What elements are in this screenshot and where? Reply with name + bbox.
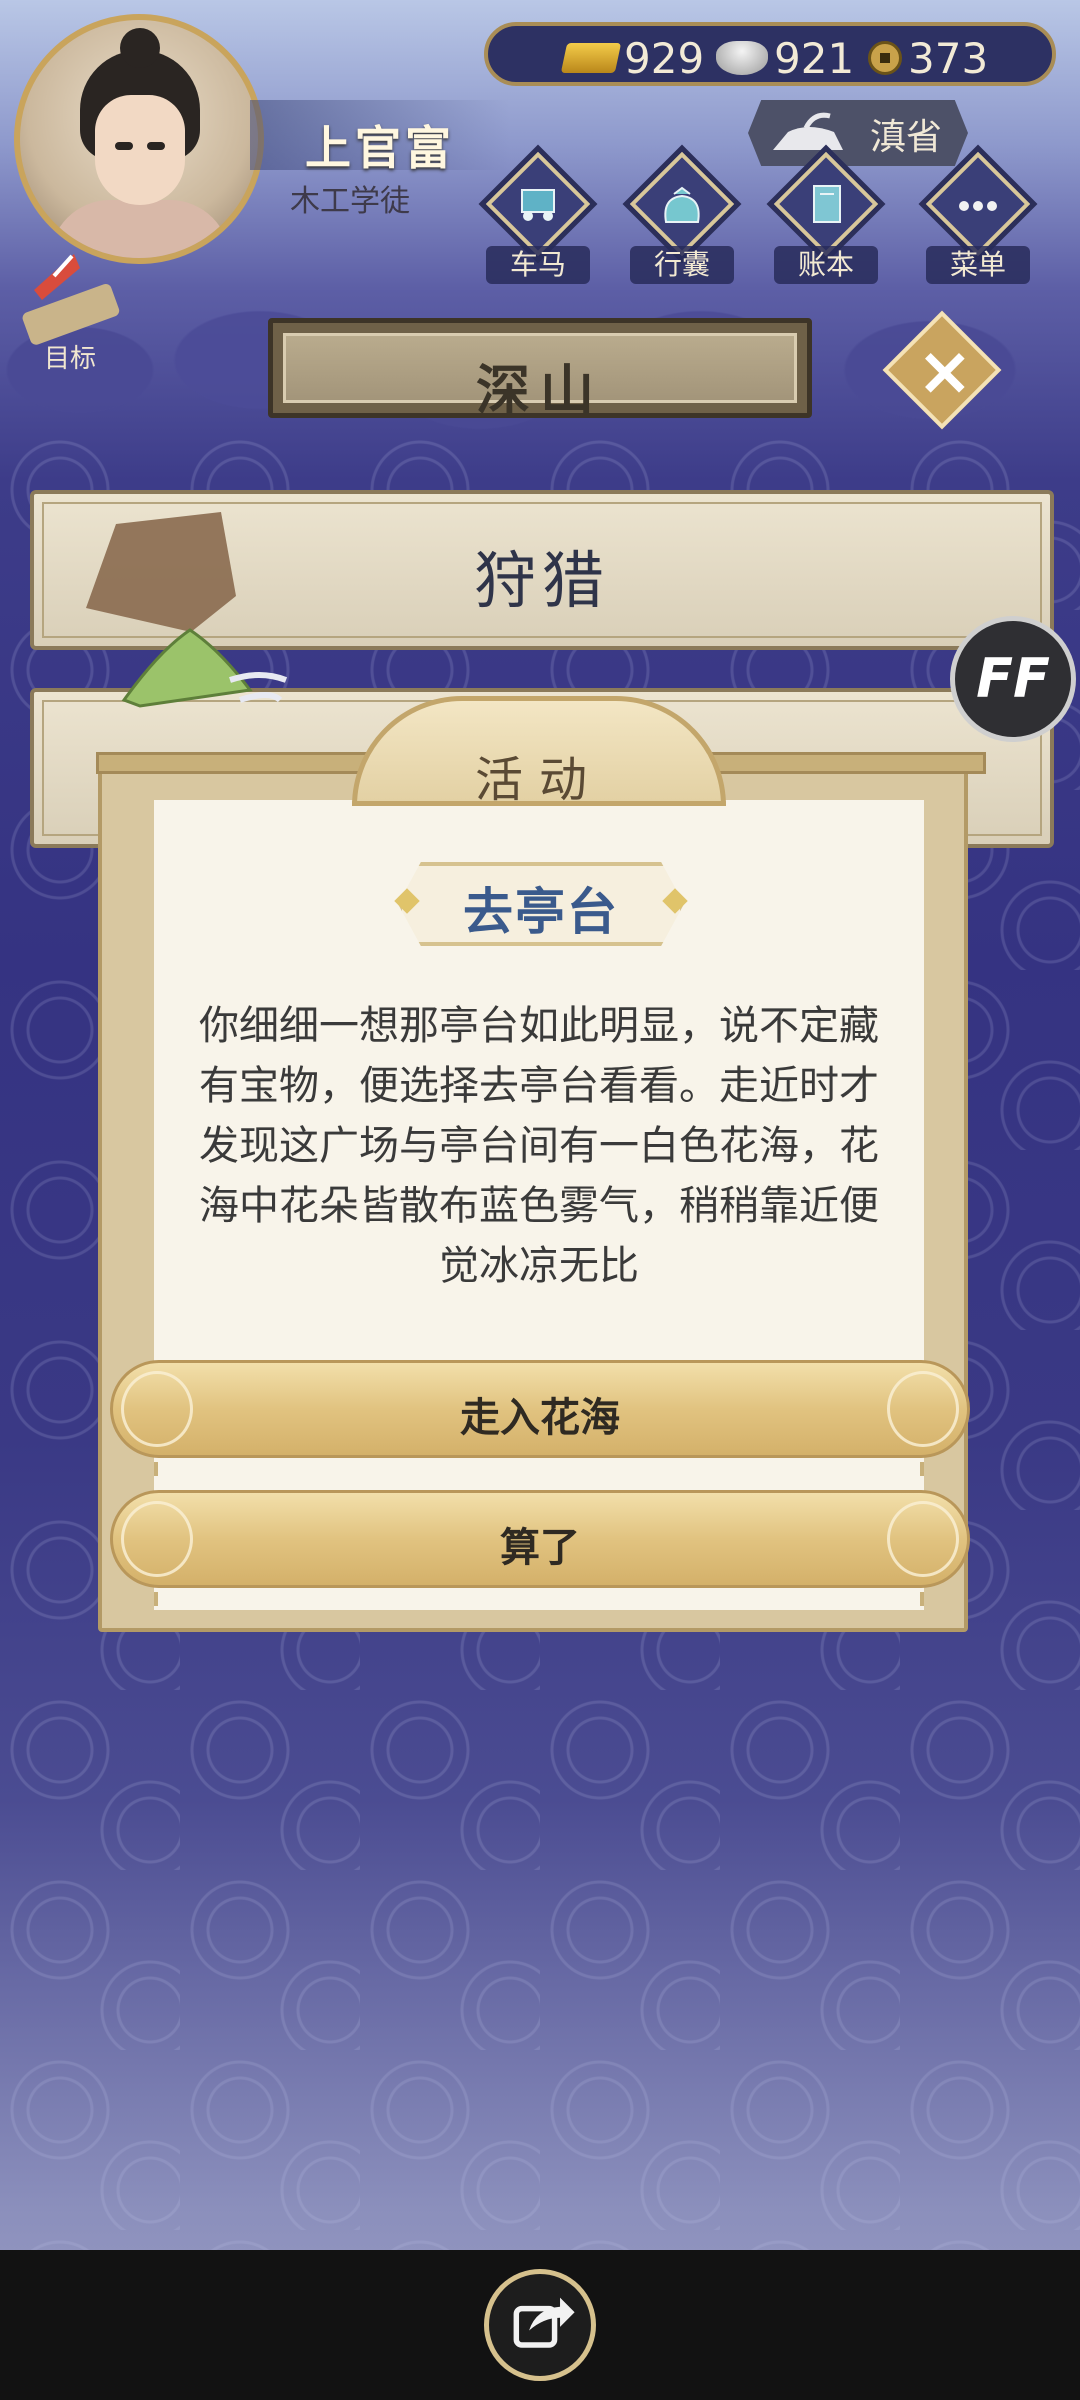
menu-label: 菜单 (926, 246, 1030, 284)
mountain-icon (121, 628, 288, 708)
dialog-header-label: 活动 (474, 752, 603, 808)
menu-button[interactable]: 菜单 (918, 144, 1038, 284)
ledger-icon (813, 185, 841, 223)
bag-button[interactable]: 行囊 (622, 144, 742, 284)
silver-ingot-icon (716, 41, 768, 75)
goal-label: 目标 (44, 344, 97, 374)
choice-label: 算了 (500, 1525, 580, 1571)
currency-bar: 929 921 373 (484, 22, 1056, 86)
iron-icon (773, 112, 843, 150)
silver-value: 921 (774, 33, 855, 83)
silver-counter: 921 (716, 33, 855, 83)
event-description: 你细细一想那亭台如此明显，说不定藏有宝物，便选择去亭台看看。走近时才发现这广场与… (199, 1003, 879, 1289)
gold-counter: 929 (560, 33, 705, 83)
player-name: 上官富 (305, 121, 455, 175)
ledger-button[interactable]: 账本 (766, 144, 886, 284)
location-name: 深山 (476, 359, 604, 422)
location-banner: 深山 (268, 318, 812, 422)
player-avatar[interactable] (14, 14, 264, 264)
location-banner-inner: 深山 (283, 333, 797, 422)
coin-value: 373 (908, 33, 989, 83)
carriage-label: 车马 (486, 246, 590, 284)
gold-value: 929 (624, 33, 705, 83)
avatar-eye-right (147, 142, 165, 150)
province-label: 滇省 (870, 117, 943, 158)
choice-divider (154, 1592, 924, 1606)
gold-ingot-icon (560, 43, 622, 73)
player-title: 木工学徒 (290, 184, 410, 219)
choice-enter-flower-sea-button[interactable]: 走入花海 (110, 1360, 970, 1458)
copper-coin-icon (868, 41, 902, 75)
bag-icon (664, 186, 700, 223)
choice-label: 走入花海 (460, 1395, 620, 1441)
avatar-face (95, 95, 185, 205)
choice-cancel-button[interactable]: 算了 (110, 1490, 970, 1588)
carriage-icon (521, 189, 555, 221)
avatar-bun (120, 28, 160, 68)
event-title: 去亭台 (463, 883, 619, 941)
avatar-eye-left (115, 142, 133, 150)
fast-forward-button[interactable]: FF (950, 616, 1076, 742)
more-icon (959, 201, 997, 211)
ledger-label: 账本 (774, 246, 878, 284)
carriage-button[interactable]: 车马 (478, 144, 598, 284)
share-button[interactable] (484, 2269, 596, 2381)
bag-label: 行囊 (630, 246, 734, 284)
coin-counter: 373 (868, 33, 989, 83)
choice-divider (154, 1462, 924, 1476)
